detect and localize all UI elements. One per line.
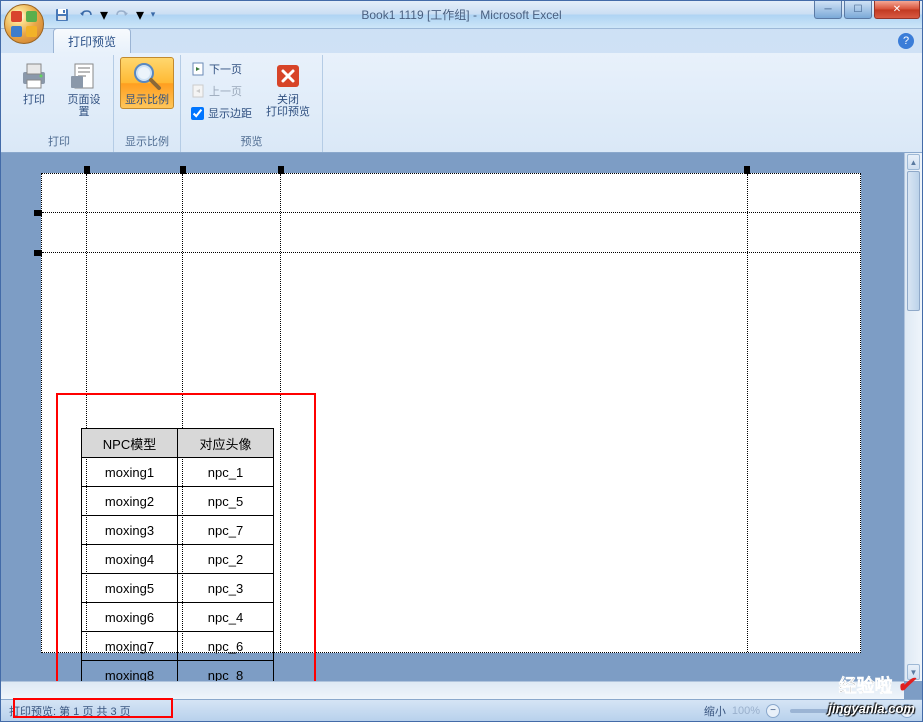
zoom-label: 显示比例 (125, 94, 169, 106)
show-margins-label: 显示边距 (208, 105, 252, 121)
printer-icon (18, 60, 50, 92)
highlight-box-table (56, 393, 316, 699)
qat-customize[interactable]: ▾ (147, 4, 159, 26)
office-button[interactable] (4, 4, 44, 44)
office-logo-icon (11, 11, 37, 37)
window-controls: ─ ☐ ✕ (814, 1, 920, 19)
vertical-scrollbar[interactable]: ▲ ▼ (904, 153, 922, 681)
zoom-out-button[interactable]: − (766, 704, 780, 718)
save-button[interactable] (51, 4, 73, 26)
group-label-preview: 预览 (187, 131, 316, 152)
ribbon-group-preview: 下一页 上一页 显示边距 关闭 (181, 55, 323, 152)
close-x-icon (272, 60, 304, 92)
ribbon-group-print: 打印 页面设置 打印 (5, 55, 114, 152)
scroll-up-button[interactable]: ▲ (907, 154, 920, 170)
maximize-button[interactable]: ☐ (844, 1, 872, 19)
watermark-brand: 经验啦 ✔ (839, 672, 915, 698)
preview-area: NPC模型 对应头像 moxing1npc_1moxing2npc_5moxin… (1, 153, 922, 699)
tab-print-preview[interactable]: 打印预览 (53, 28, 131, 53)
ribbon: 打印 页面设置 打印 显示比例 显 (1, 53, 922, 153)
close-button[interactable]: ✕ (874, 1, 920, 19)
watermark-url: jingyanla.com (828, 701, 915, 716)
undo-button[interactable] (75, 4, 97, 26)
highlight-box-status (13, 698, 173, 718)
print-button[interactable]: 打印 (11, 57, 57, 109)
show-margins-checkbox[interactable] (191, 107, 204, 120)
redo-dropdown[interactable]: ▾ (135, 4, 145, 26)
ribbon-tabs: 打印预览 ? (1, 29, 922, 53)
scroll-thumb[interactable] (907, 171, 920, 311)
undo-dropdown[interactable]: ▾ (99, 4, 109, 26)
save-icon (55, 8, 69, 22)
group-label-zoom: 显示比例 (120, 131, 174, 152)
close-preview-button[interactable]: 关闭 打印预览 (260, 57, 316, 121)
prev-page-button: 上一页 (187, 81, 256, 101)
redo-icon (115, 9, 129, 21)
titlebar: ▾ ▾ ▾ Book1 1119 [工作组] - Microsoft Excel… (1, 1, 922, 29)
zoom-mode-label[interactable]: 缩小 (704, 703, 726, 719)
show-margins-checkbox-row[interactable]: 显示边距 (187, 103, 256, 123)
minimize-button[interactable]: ─ (814, 1, 842, 19)
watermark-check-icon: ✔ (897, 672, 915, 698)
horizontal-scrollbar[interactable] (1, 681, 904, 699)
ribbon-group-zoom: 显示比例 显示比例 (114, 55, 181, 152)
prev-page-label: 上一页 (209, 83, 242, 99)
next-page-label: 下一页 (209, 61, 242, 77)
undo-icon (79, 9, 93, 21)
redo-button[interactable] (111, 4, 133, 26)
group-label-print: 打印 (11, 131, 107, 152)
next-page-button[interactable]: 下一页 (187, 59, 256, 79)
zoom-button[interactable]: 显示比例 (120, 57, 174, 109)
magnifier-icon (131, 60, 163, 92)
page-setup-button[interactable]: 页面设置 (61, 57, 107, 121)
help-button[interactable]: ? (898, 33, 914, 49)
page-setup-label: 页面设置 (63, 94, 105, 118)
app-window: ▾ ▾ ▾ Book1 1119 [工作组] - Microsoft Excel… (0, 0, 923, 722)
page-setup-icon (68, 60, 100, 92)
prev-page-icon (191, 84, 205, 98)
zoom-value: 100% (732, 705, 760, 717)
print-label: 打印 (23, 94, 45, 106)
watermark-text: 经验啦 (839, 672, 893, 698)
close-preview-label: 关闭 打印预览 (266, 94, 310, 118)
next-page-icon (191, 62, 205, 76)
